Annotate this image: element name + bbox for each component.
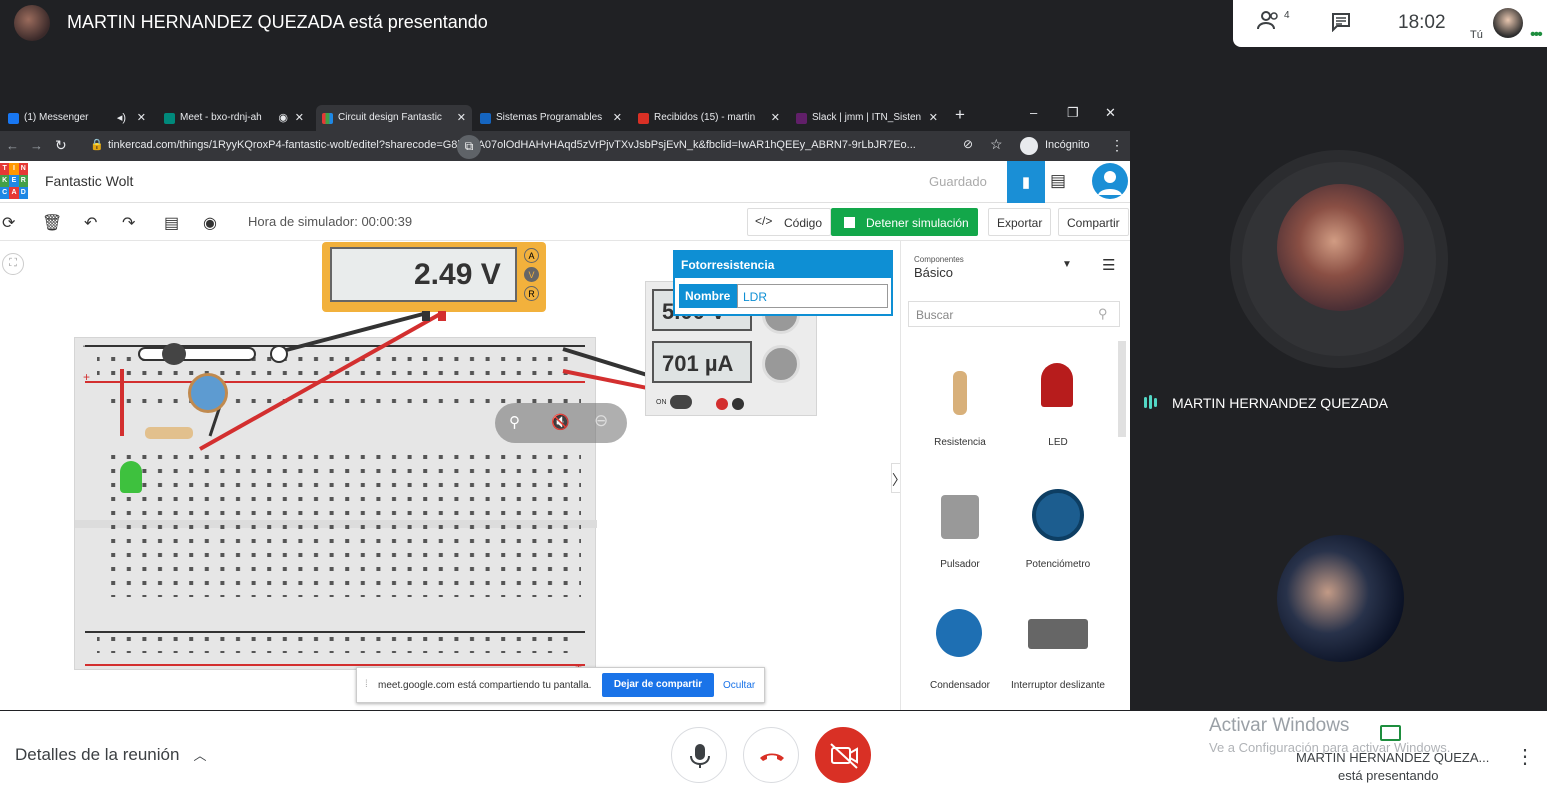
components-value: Básico: [914, 265, 954, 280]
chat-icon[interactable]: [1331, 12, 1351, 37]
sidebar-scrollbar[interactable]: [1118, 341, 1126, 437]
user-avatar-icon[interactable]: [1092, 163, 1128, 199]
window-close-icon[interactable]: ✕: [1105, 105, 1116, 121]
chevron-down-icon[interactable]: ▼: [1062, 259, 1072, 270]
participant-name: MARTIN HERNANDEZ QUEZADA: [1172, 395, 1388, 411]
mode-volts[interactable]: V: [524, 267, 539, 282]
current-knob[interactable]: [762, 345, 800, 383]
component-list-icon[interactable]: ▤: [1050, 171, 1066, 191]
present-screen-icon[interactable]: [1380, 725, 1401, 741]
share-button[interactable]: Compartir: [1058, 208, 1129, 236]
resistor[interactable]: [145, 427, 193, 439]
meeting-details-button[interactable]: Detalles de la reunión ︿: [15, 745, 206, 765]
psu-terminal-black[interactable]: [732, 398, 744, 410]
search-input[interactable]: Buscar: [908, 301, 1120, 327]
minimize-icon[interactable]: –: [1030, 105, 1037, 120]
camera-off-icon: [830, 743, 858, 769]
stop-sharing-button[interactable]: Dejar de compartir: [602, 673, 714, 697]
name-input[interactable]: LDR: [737, 284, 888, 308]
hang-up-icon: [760, 753, 784, 761]
participant-count-badge: 4: [1284, 10, 1290, 21]
shared-screen: (1) Messenger ◂) ✕ Meet - bxo-rdnj-ah ◉ ✕ Ci…: [0, 101, 1130, 710]
export-button[interactable]: Exportar: [988, 208, 1052, 236]
hide-button[interactable]: Ocultar: [723, 680, 755, 691]
probe-red[interactable]: [438, 311, 446, 321]
psu-on-label: ON: [656, 399, 667, 406]
list-view-icon[interactable]: ☰: [1102, 256, 1115, 274]
mode-ohms[interactable]: R: [524, 286, 539, 301]
presenter-avatar: [14, 5, 50, 41]
microphone-icon: [690, 744, 710, 768]
component-resistencia[interactable]: Resistencia: [910, 437, 1010, 448]
circuit-view-icon[interactable]: ▮: [1007, 161, 1045, 203]
hang-up-button[interactable]: [743, 727, 799, 783]
camera-off-button[interactable]: [815, 727, 871, 783]
presenting-title: MARTIN HERNANDEZ QUEZADA está presentand…: [67, 12, 488, 32]
components-label: Componentes: [914, 255, 964, 264]
star-icon[interactable]: ☆: [990, 136, 1003, 153]
component-potenciometro[interactable]: Potenciómetro: [1008, 559, 1108, 570]
pin-icon[interactable]: ⚲: [509, 413, 520, 431]
self-avatar[interactable]: [1493, 8, 1523, 38]
maximize-icon[interactable]: ❐: [1067, 105, 1079, 121]
tracking-off-icon[interactable]: ⊘: [963, 137, 973, 151]
name-label: Nombre: [679, 284, 737, 308]
resistor-part-icon[interactable]: [953, 371, 967, 415]
clock: 18:02: [1398, 12, 1446, 33]
people-icon[interactable]: [1257, 10, 1283, 35]
remove-icon[interactable]: ⊖: [594, 411, 608, 431]
component-pulsador[interactable]: Pulsador: [910, 559, 1010, 570]
popup-title: Fotorresistencia: [675, 252, 891, 278]
psu-power-switch[interactable]: [670, 395, 692, 409]
light-source-icon[interactable]: [270, 345, 288, 363]
mute-icon[interactable]: 🔇: [551, 413, 570, 431]
green-led[interactable]: [120, 461, 142, 493]
capacitor-part-icon[interactable]: [936, 609, 982, 657]
drag-handle-icon[interactable]: ⁞: [365, 679, 368, 690]
slide-switch[interactable]: [138, 347, 256, 361]
close-icon[interactable]: ✕: [929, 111, 938, 124]
psu-terminal-red[interactable]: [716, 398, 728, 410]
chrome-menu-icon[interactable]: ⋮: [1110, 137, 1124, 154]
sharing-text: meet.google.com está compartiendo tu pan…: [378, 680, 592, 691]
you-label: Tú: [1470, 29, 1483, 41]
participant-avatar[interactable]: [1277, 184, 1404, 311]
slide-switch-part-icon[interactable]: [1028, 619, 1088, 649]
incognito-icon: [1020, 137, 1038, 155]
psu-current-display: 701 µA: [652, 341, 752, 383]
self-video-avatar[interactable]: [1277, 535, 1404, 662]
more-dots-icon[interactable]: •••: [1530, 26, 1543, 44]
search-icon[interactable]: ⚲: [1098, 306, 1108, 322]
mode-amps[interactable]: A: [524, 248, 539, 263]
led-part-icon[interactable]: [1041, 363, 1073, 407]
meeting-details-label: Detalles de la reunión: [15, 745, 180, 764]
presenter-status: está presentando: [1338, 768, 1439, 783]
microphone-button[interactable]: [671, 727, 727, 783]
chevron-up-icon: ︿: [193, 748, 207, 763]
component-led[interactable]: LED: [1008, 437, 1108, 448]
new-tab-icon[interactable]: +: [955, 105, 965, 125]
saved-status: Guardado: [929, 174, 987, 189]
speaking-icon: [1143, 395, 1159, 409]
more-options-icon[interactable]: ⋮: [1515, 744, 1535, 769]
floating-controls: ⚲ 🔇 ⊖: [495, 403, 627, 443]
potentiometer-part-icon[interactable]: [1032, 489, 1084, 541]
photoresistor[interactable]: [188, 373, 228, 413]
pushbutton-part-icon[interactable]: [941, 495, 979, 539]
multimeter-value: 2.49 V: [414, 258, 501, 291]
component-interruptor-deslizante[interactable]: Interruptor deslizante: [1008, 680, 1108, 691]
presenter-name[interactable]: MARTIN HERNANDEZ QUEZA...: [1296, 750, 1489, 765]
probe-black[interactable]: [422, 311, 430, 321]
incognito-label[interactable]: Incógnito: [1045, 139, 1090, 151]
switch-knob[interactable]: [162, 343, 186, 365]
activate-windows-title: Activar Windows: [1209, 715, 1350, 736]
component-condensador[interactable]: Condensador: [910, 680, 1010, 691]
